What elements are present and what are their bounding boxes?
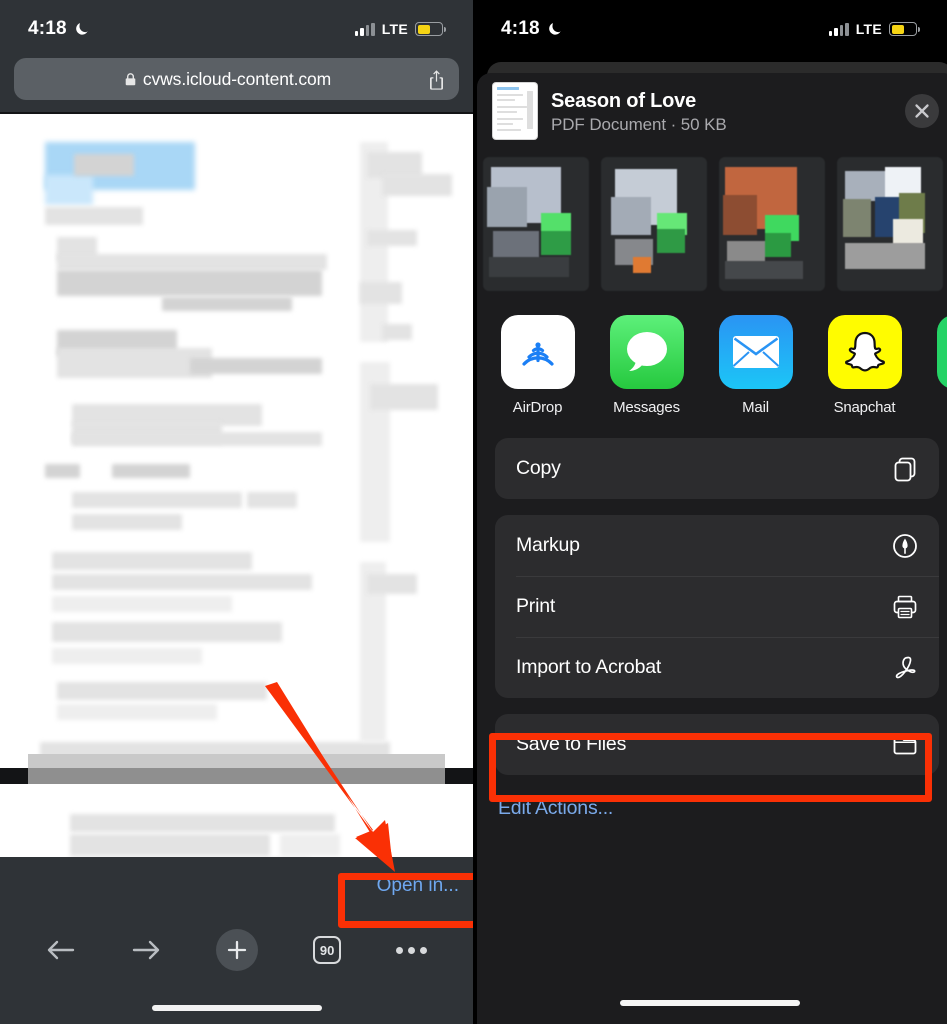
- list-item[interactable]: [837, 157, 943, 291]
- close-icon[interactable]: [905, 94, 939, 128]
- action-row-save-to-files[interactable]: Save to Files: [495, 714, 939, 775]
- app-snapchat[interactable]: Snapchat: [810, 315, 919, 416]
- more-dots-icon[interactable]: [396, 946, 428, 954]
- action-row-print[interactable]: Print: [495, 576, 939, 637]
- mail-icon[interactable]: [718, 315, 793, 389]
- status-time: 4:18: [28, 18, 67, 39]
- action-row-copy[interactable]: Copy: [495, 438, 939, 499]
- crescent-moon-icon: [547, 22, 562, 37]
- app-airdrop[interactable]: AirDrop: [483, 315, 592, 416]
- file-subtitle: PDF Document · 50 KB: [551, 114, 727, 134]
- folder-icon: [891, 731, 919, 759]
- doc-band: [28, 754, 445, 768]
- plus-icon[interactable]: [215, 929, 258, 971]
- battery-icon: [889, 22, 920, 36]
- home-indicator-left: [151, 1005, 322, 1011]
- status-bar-right: 4:18 LTE: [473, 0, 947, 58]
- edit-actions-button[interactable]: Edit Actions...: [477, 775, 947, 820]
- network-label: LTE: [381, 21, 408, 37]
- app-label: AirDrop: [512, 399, 563, 416]
- list-item[interactable]: [601, 157, 707, 291]
- action-label: Import to Acrobat: [516, 656, 662, 678]
- network-label-right: LTE: [855, 21, 882, 37]
- cellular-signal-icon: [828, 22, 849, 36]
- whatsapp-icon[interactable]: [936, 315, 947, 389]
- browser-toolbar: 90: [0, 916, 473, 984]
- action-row-acrobat[interactable]: Import to Acrobat: [495, 637, 939, 698]
- markup-pen-icon: [891, 532, 919, 560]
- share-sheet-header: Season of Love PDF Document · 50 KB: [477, 73, 947, 149]
- app-whatsapp[interactable]: W: [919, 315, 947, 416]
- messages-icon[interactable]: [609, 315, 684, 389]
- printer-icon: [891, 593, 919, 621]
- home-indicator-right: [620, 1000, 800, 1006]
- action-group-1: Copy: [495, 438, 939, 499]
- share-sheet: Season of Love PDF Document · 50 KB AirD…: [477, 73, 947, 1024]
- file-title: Season of Love: [551, 89, 697, 112]
- status-bar-left-group: 4:18: [28, 18, 89, 40]
- tab-count-button[interactable]: 90: [313, 936, 342, 964]
- acrobat-icon: [891, 654, 919, 682]
- cellular-signal-icon: [354, 22, 375, 36]
- crescent-moon-icon: [74, 22, 89, 37]
- status-bar-right-right-group: LTE: [828, 21, 920, 37]
- battery-icon: [415, 22, 446, 36]
- open-in-bar: Open in...: [0, 857, 473, 915]
- status-time-right: 4:18: [501, 18, 540, 39]
- safari-panel: 4:18 LTE cvws.icloud-content.com Open in…: [0, 0, 473, 1024]
- suggestions-row[interactable]: [477, 149, 947, 305]
- lock-icon: [125, 72, 136, 86]
- action-row-markup[interactable]: Markup: [495, 515, 939, 576]
- action-group-2: Markup Print Import to Acrobat: [495, 515, 939, 698]
- share-sheet-panel: 4:18 LTE Season of Love PDF Document · 5…: [473, 0, 947, 1024]
- action-group-3: Save to Files: [495, 714, 939, 775]
- action-label: Print: [516, 595, 556, 617]
- document-thumbnail: [493, 83, 537, 139]
- app-mail[interactable]: Mail: [701, 315, 810, 416]
- pdf-preview[interactable]: [0, 112, 473, 867]
- action-label: Copy: [516, 457, 561, 479]
- screenshot-root: 4:18 LTE cvws.icloud-content.com Open in…: [0, 0, 947, 1024]
- app-label: Messages: [613, 399, 680, 416]
- airdrop-icon[interactable]: [500, 315, 575, 389]
- share-icon[interactable]: [428, 69, 445, 90]
- list-item[interactable]: [483, 157, 589, 291]
- back-arrow-icon[interactable]: [46, 938, 76, 962]
- list-item[interactable]: [719, 157, 825, 291]
- address-bar[interactable]: cvws.icloud-content.com: [14, 58, 459, 100]
- app-label: Mail: [742, 399, 769, 416]
- snapchat-icon[interactable]: [827, 315, 902, 389]
- app-messages[interactable]: Messages: [592, 315, 701, 416]
- file-info: Season of Love PDF Document · 50 KB: [551, 88, 891, 135]
- status-bar-right-group: LTE: [354, 21, 446, 37]
- status-bar-left: 4:18 LTE: [0, 0, 473, 58]
- app-label: Snapchat: [833, 399, 896, 416]
- app-share-row[interactable]: AirDrop Messages Mail Snapchat: [477, 305, 947, 422]
- forward-arrow-icon[interactable]: [131, 938, 161, 962]
- address-bar-container: cvws.icloud-content.com: [0, 58, 473, 112]
- url-text: cvws.icloud-content.com: [142, 68, 332, 89]
- status-bar-right-left-group: 4:18: [501, 18, 562, 40]
- action-label: Markup: [516, 534, 580, 556]
- doc-cut-bar: [0, 768, 473, 784]
- address-bar-center: cvws.icloud-content.com: [28, 69, 428, 90]
- copy-icon: [891, 455, 919, 483]
- action-label: Save to Files: [516, 733, 627, 755]
- open-in-button[interactable]: Open in...: [377, 875, 459, 897]
